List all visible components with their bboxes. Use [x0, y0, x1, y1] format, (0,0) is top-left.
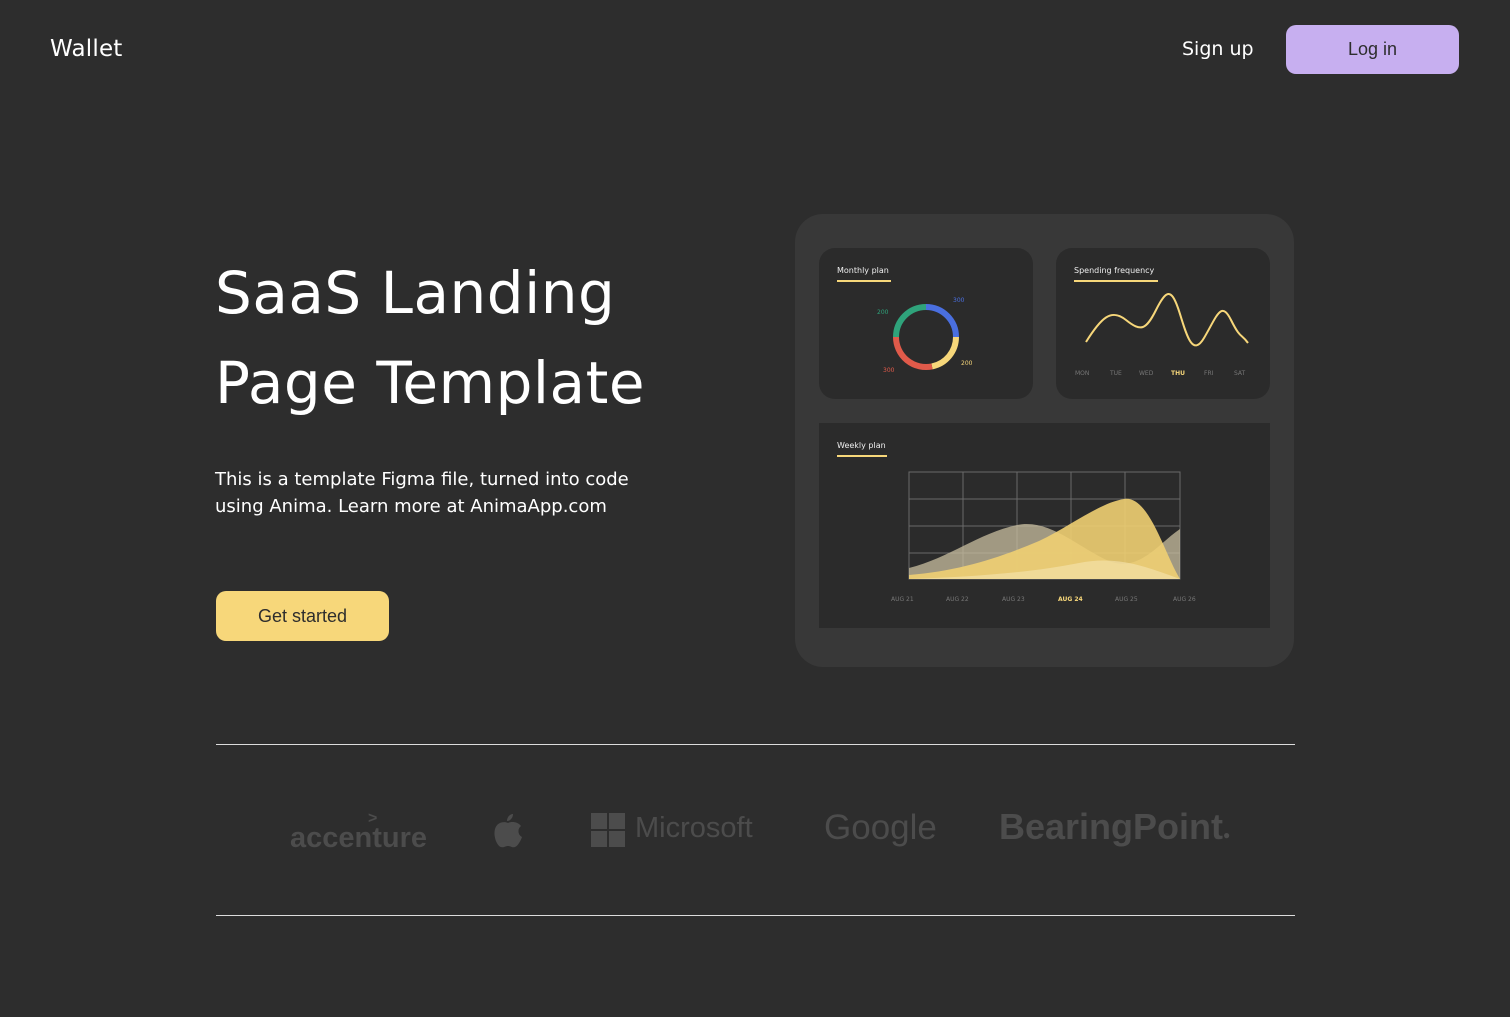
microsoft-logo: Microsoft	[591, 812, 761, 852]
hero-subtitle-line-2: using Anima. Learn more at AnimaApp.com	[215, 496, 607, 517]
week-label-aug26: AUG 26	[1173, 596, 1196, 603]
divider-bottom	[216, 915, 1295, 916]
donut-label-green: 200	[877, 309, 889, 316]
donut-label-yellow: 200	[961, 360, 973, 367]
week-label-aug23: AUG 23	[1002, 596, 1025, 603]
donut-segment-yellow	[931, 336, 959, 370]
accenture-logo: > accenture	[290, 808, 430, 858]
accenture-wordmark: accenture	[290, 822, 428, 854]
donut-label-red: 300	[883, 367, 895, 374]
monthly-plan-card: Monthly plan 200 300 200 300	[819, 248, 1033, 399]
divider-top	[216, 744, 1295, 745]
hero-title-line-1: SaaS Landing	[215, 259, 616, 327]
week-label-aug25: AUG 25	[1115, 596, 1138, 603]
donut-segment-blue	[925, 304, 959, 338]
bearingpoint-logo: BearingPoint●	[999, 806, 1231, 851]
spending-frequency-card: Spending frequency MON TUE WED THU FRI S…	[1056, 248, 1270, 399]
spending-line	[1085, 293, 1249, 347]
microsoft-windows-icon	[591, 813, 625, 847]
hero-subtitle: This is a template Figma file, turned in…	[215, 466, 645, 520]
week-label-aug21: AUG 21	[891, 596, 914, 603]
signup-link[interactable]: Sign up	[1182, 38, 1254, 60]
hero-subtitle-line-1: This is a template Figma file, turned in…	[215, 469, 629, 490]
day-label-fri: FRI	[1204, 370, 1214, 377]
donut-label-blue: 300	[953, 297, 965, 304]
week-label-aug24: AUG 24	[1058, 596, 1083, 603]
week-label-aug22: AUG 22	[946, 596, 969, 603]
weekly-plan-card: Weekly plan AUG 21 AUG 22 AUG 23 AUG 24 …	[819, 423, 1270, 628]
dashboard-preview: Monthly plan 200 300 200 300 Spending fr…	[795, 214, 1294, 667]
apple-logo-icon	[494, 814, 522, 848]
get-started-button[interactable]: Get started	[216, 591, 389, 641]
login-button[interactable]: Log in	[1286, 25, 1459, 74]
hero-title-line-2: Page Template	[215, 349, 646, 417]
donut-segment-green	[893, 304, 927, 338]
day-label-tue: TUE	[1110, 370, 1122, 377]
brand-logo[interactable]: Wallet	[50, 36, 123, 62]
day-label-wed: WED	[1139, 370, 1154, 377]
microsoft-wordmark: Microsoft	[635, 812, 753, 844]
day-label-thu: THU	[1171, 370, 1185, 377]
day-label-mon: MON	[1075, 370, 1090, 377]
donut-chart	[893, 304, 959, 370]
hero-title: SaaS Landing Page Template	[215, 248, 645, 428]
google-logo: Google	[824, 808, 937, 847]
bearingpoint-wordmark: BearingPoint	[999, 806, 1224, 847]
bearingpoint-dot-icon: ●	[1223, 828, 1231, 842]
day-label-sat: SAT	[1234, 370, 1246, 377]
donut-segment-red	[893, 336, 933, 370]
weekly-plan-area-chart	[908, 471, 1181, 580]
